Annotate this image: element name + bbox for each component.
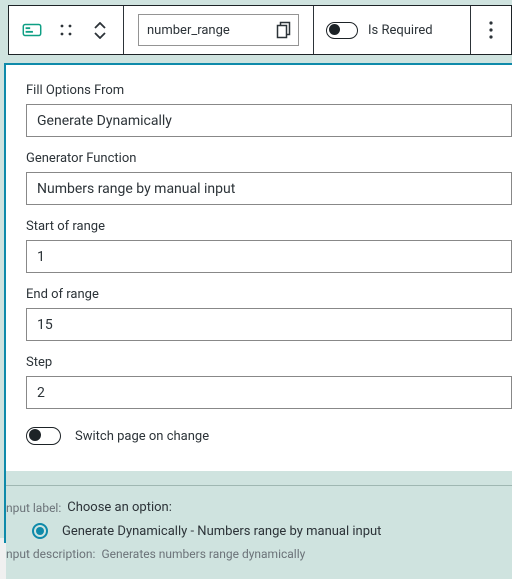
generator-function-select[interactable]: Numbers range by manual input [26,172,512,205]
radio-selected-icon[interactable] [32,523,48,539]
generator-function-label: Generator Function [26,151,512,166]
is-required-label: Is Required [368,23,433,38]
input-label-caption: nput label: [6,501,61,515]
input-label-value: Choose an option: [67,500,172,515]
step-label: Step [26,355,512,370]
input-desc-caption: nput description: [6,547,95,561]
switch-page-label: Switch page on change [75,429,209,444]
field-name-value: number_range [147,23,230,38]
preview-footer: nput label: Choose an option: Generate D… [6,471,512,579]
is-required-toggle[interactable] [326,22,358,39]
block-toolbar: number_range Is Required [8,5,512,55]
field-settings-panel: Fill Options From Generate Dynamically G… [4,63,512,543]
more-options-icon[interactable] [475,14,507,46]
start-range-input[interactable]: 1 [26,240,512,273]
fill-options-label: Fill Options From [26,83,512,98]
input-desc-value: Generates numbers range dynamically [101,547,305,561]
start-range-label: Start of range [26,219,512,234]
preview-option-text: Generate Dynamically - Numbers range by … [62,524,381,539]
end-range-input[interactable]: 15 [26,308,512,341]
drag-handle-icon[interactable] [50,14,82,46]
fill-options-select[interactable]: Generate Dynamically [26,104,512,137]
switch-page-toggle[interactable] [26,427,61,445]
move-arrows-icon[interactable] [84,14,116,46]
copy-icon[interactable] [276,21,292,43]
end-range-label: End of range [26,287,512,302]
block-type-icon[interactable] [16,14,48,46]
step-input[interactable]: 2 [26,376,512,409]
field-name-input[interactable]: number_range [138,14,299,46]
